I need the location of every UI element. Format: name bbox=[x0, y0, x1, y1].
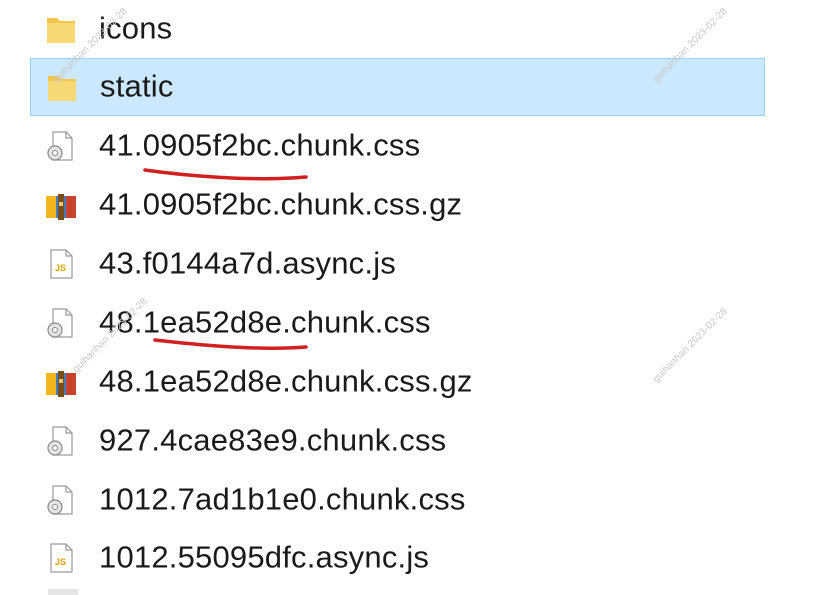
css-file-gear-icon bbox=[44, 424, 78, 458]
svg-text:JS: JS bbox=[55, 557, 66, 567]
file-name: 43.f0144a7d.async.js bbox=[99, 245, 396, 281]
js-file-icon: JS bbox=[44, 541, 78, 575]
file-row-43-js[interactable]: JS 43.f0144a7d.async.js bbox=[30, 235, 765, 293]
file-list: icons static 41.0905f2bc.chunk.css 41.09… bbox=[0, 0, 818, 595]
file-name: 48.1ea52d8e.chunk.css bbox=[99, 304, 431, 340]
file-row-icons[interactable]: icons bbox=[30, 0, 765, 58]
svg-text:JS: JS bbox=[55, 263, 66, 273]
file-name: 1012.7ad1b1e0.chunk.css bbox=[99, 481, 466, 517]
folder-icon bbox=[44, 12, 78, 46]
file-row-1012-js[interactable]: JS 1012.55095dfc.async.js bbox=[30, 529, 765, 587]
file-row-41-css[interactable]: 41.0905f2bc.chunk.css bbox=[30, 117, 765, 175]
css-file-gear-icon bbox=[44, 483, 78, 517]
js-file-icon: JS bbox=[44, 247, 78, 281]
css-file-gear-icon bbox=[44, 129, 78, 163]
file-row-927-css[interactable]: 927.4cae83e9.chunk.css bbox=[30, 412, 765, 470]
file-name: 48.1ea52d8e.chunk.css.gz bbox=[99, 363, 473, 399]
file-name: 41.0905f2bc.chunk.css bbox=[99, 127, 421, 163]
file-name: 1012.55095dfc.async.js bbox=[99, 539, 430, 575]
file-name: static bbox=[100, 68, 174, 104]
css-file-gear-icon bbox=[44, 306, 78, 340]
file-name: 927.4cae83e9.chunk.css bbox=[99, 422, 447, 458]
next-file-row-edge bbox=[48, 589, 78, 595]
file-name: 41.0905f2bc.chunk.css.gz bbox=[99, 186, 463, 222]
archive-icon bbox=[44, 188, 78, 222]
file-row-41-gz[interactable]: 41.0905f2bc.chunk.css.gz bbox=[30, 176, 765, 234]
file-row-static[interactable]: static bbox=[30, 58, 765, 116]
file-row-1012-css[interactable]: 1012.7ad1b1e0.chunk.css bbox=[30, 471, 765, 529]
